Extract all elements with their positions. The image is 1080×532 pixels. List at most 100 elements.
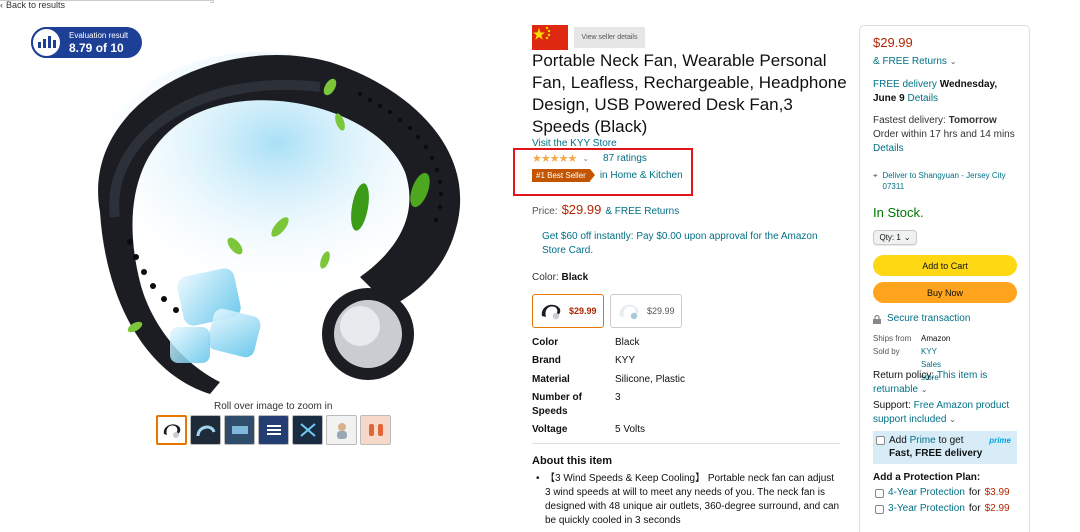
price-value: $29.99: [561, 202, 602, 217]
swatch-alternate-price: $29.99: [647, 306, 675, 316]
rating-row: ★★★★★ ⌄ 87 ratings: [532, 152, 647, 165]
protection-3yr-for: for: [968, 503, 981, 514]
fastest-details-link[interactable]: Details: [873, 143, 904, 154]
spec-key: Voltage: [532, 424, 568, 435]
spec-key: Color: [532, 337, 559, 348]
spec-key: Brand: [532, 355, 561, 366]
section-divider: [532, 443, 840, 444]
best-seller-badge[interactable]: #1 Best Seller: [532, 169, 595, 182]
deliver-to-text: Deliver to Shangyuan - Jersey City 07311: [882, 171, 1006, 191]
swatch-black[interactable]: $29.99: [532, 294, 604, 328]
spec-value: 5 Volts: [615, 424, 646, 435]
prime-to-get: to get: [938, 435, 964, 446]
free-delivery-link[interactable]: FREE delivery: [873, 79, 937, 90]
protection-4yr-link[interactable]: 4-Year Protection: [888, 486, 965, 500]
spec-value: 3: [615, 392, 621, 403]
quantity-select[interactable]: Qty: 1 ⌄: [873, 230, 917, 245]
free-delivery-info: FREE delivery Wednesday, June 9 Details: [873, 78, 1023, 106]
protection-4yr-checkbox[interactable]: [875, 488, 884, 498]
protection-4yr-for: for: [968, 487, 981, 498]
protection-3yr-link[interactable]: 3-Year Protection: [888, 502, 965, 516]
product-title: Portable Neck Fan, Wearable Personal Fan…: [532, 51, 847, 136]
price-label: Price:: [532, 206, 558, 217]
ratings-count-link[interactable]: 87 ratings: [603, 153, 647, 164]
about-bullet-text: 【3 Wind Speeds & Keep Cooling】 Portable …: [545, 473, 840, 526]
swatch-black-price: $29.99: [569, 306, 597, 316]
swatch-alternate-image: [615, 298, 642, 324]
view-seller-details-button[interactable]: View seller details: [574, 27, 645, 48]
buy-now-button[interactable]: Buy Now: [873, 282, 1017, 303]
buybox-returns-label: & FREE Returns: [873, 56, 947, 67]
return-policy-label: Return policy:: [873, 370, 935, 381]
chevron-left-icon: ‹: [0, 0, 3, 10]
ships-from-label: Ships from: [873, 334, 912, 343]
prime-checkbox[interactable]: [876, 436, 885, 445]
deliver-to-link[interactable]: ⌖ Deliver to Shangyuan - Jersey City 073…: [873, 170, 1023, 192]
chevron-down-icon: ⌄: [903, 233, 911, 242]
location-pin-icon: ⌖: [873, 171, 878, 180]
thumbnail-6[interactable]: [326, 415, 357, 445]
price-row: Price: $29.99 & FREE Returns: [532, 202, 679, 217]
thumbnail-7[interactable]: [360, 415, 391, 445]
spec-key: Material: [532, 374, 570, 385]
star-rating-icon[interactable]: ★★★★★: [532, 152, 577, 165]
thumbnail-1[interactable]: [156, 415, 187, 445]
spec-value: KYY: [615, 355, 636, 366]
quantity-value: Qty: 1: [879, 233, 901, 242]
chevron-down-icon[interactable]: ⌄: [582, 154, 589, 163]
prime-fast-delivery: Fast, FREE delivery: [889, 448, 983, 459]
evaluation-label: Evaluation result: [69, 30, 129, 40]
color-label: Color:: [532, 272, 559, 283]
thumbnail-strip: [156, 415, 391, 445]
bar-chart-icon: [31, 27, 62, 58]
best-seller-category-link[interactable]: in Home & Kitchen: [600, 170, 683, 181]
swatch-alternate[interactable]: $29.99: [610, 294, 682, 328]
thumbnail-4[interactable]: [258, 415, 289, 445]
protection-option-4yr[interactable]: 4-Year Protection for $3.99: [875, 486, 1010, 500]
about-bullet: • 【3 Wind Speeds & Keep Cooling】 Portabl…: [536, 472, 840, 528]
chevron-down-icon: ⌄: [949, 57, 957, 66]
secure-transaction-label: Secure transaction: [887, 313, 971, 324]
thumbnail-3[interactable]: [224, 415, 255, 445]
china-flag-icon: [532, 25, 568, 50]
lock-icon: [873, 314, 881, 324]
product-main-image[interactable]: [60, 42, 480, 400]
prime-link[interactable]: Prime: [910, 435, 936, 446]
spec-key: Number of Speeds: [532, 392, 582, 417]
protection-plan-heading: Add a Protection Plan:: [873, 472, 981, 483]
secure-transaction-link[interactable]: Secure transaction: [873, 312, 970, 326]
roll-over-hint: Roll over image to zoom in: [214, 401, 333, 412]
back-to-results-link[interactable]: ‹ Back to results: [0, 0, 65, 10]
thumbnail-2[interactable]: [190, 415, 221, 445]
free-returns-link[interactable]: & FREE Returns: [605, 206, 679, 217]
protection-3yr-price: $2.99: [984, 503, 1010, 514]
protection-option-3yr[interactable]: 3-Year Protection for $2.99: [875, 502, 1010, 516]
prime-add-label: Add: [889, 435, 907, 446]
return-policy: Return policy: This item is returnable ⌄: [873, 369, 1023, 397]
protection-4yr-price: $3.99: [984, 487, 1010, 498]
best-seller-row: #1 Best Seller in Home & Kitchen: [532, 169, 683, 182]
buybox-returns-link[interactable]: & FREE Returns ⌄: [873, 55, 956, 69]
fastest-date: Tomorrow: [948, 115, 997, 126]
stock-status: In Stock.: [873, 205, 924, 220]
support-info: Support: Free Amazon product support inc…: [873, 399, 1023, 427]
chevron-down-icon: ⌄: [920, 385, 928, 394]
buybox-price: $29.99: [873, 35, 913, 50]
spec-value: Black: [615, 337, 640, 348]
thumbnail-5[interactable]: [292, 415, 323, 445]
color-value: Black: [561, 272, 589, 283]
back-label: Back to results: [6, 0, 66, 10]
sold-by-label: Sold by: [873, 347, 900, 356]
prime-offer[interactable]: Add Prime to get Fast, FREE delivery pri…: [873, 431, 1017, 464]
swatch-black-image: [537, 298, 564, 324]
bullet-icon: •: [536, 473, 540, 484]
spec-value: Silicone, Plastic: [615, 374, 686, 385]
protection-3yr-checkbox[interactable]: [875, 504, 884, 514]
order-within-text: Order within 17 hrs and 14 mins: [873, 129, 1015, 140]
color-selection-label: Color: Black: [532, 272, 588, 283]
fastest-label: Fastest delivery:: [873, 115, 946, 126]
add-to-cart-button[interactable]: Add to Cart: [873, 255, 1017, 276]
delivery-details-link[interactable]: Details: [907, 93, 938, 104]
store-card-promo-link[interactable]: Get $60 off instantly: Pay $0.00 upon ap…: [542, 230, 837, 258]
about-heading: About this item: [532, 455, 613, 467]
